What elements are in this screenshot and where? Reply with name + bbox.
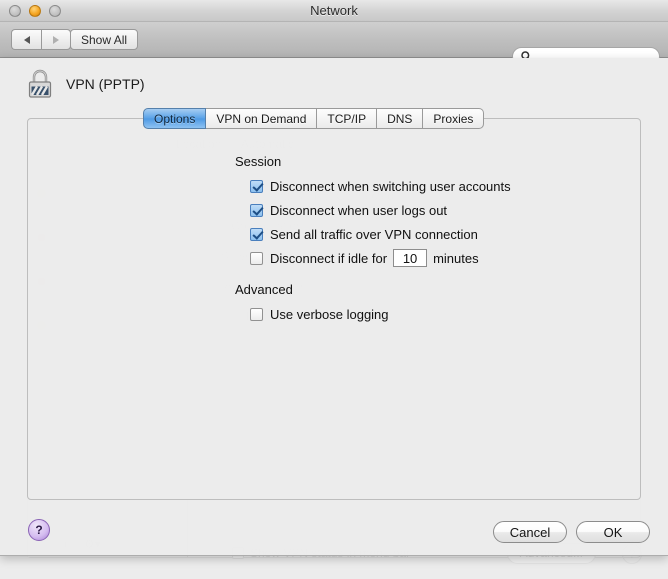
triangle-right-icon <box>53 35 59 44</box>
window-titlebar: Network <box>0 0 668 22</box>
checkbox-icon <box>250 227 263 241</box>
checkbox-disconnect-logout[interactable]: Disconnect when user logs out <box>250 198 615 222</box>
sheet-header: VPN (PPTP) <box>26 67 145 101</box>
checkbox-icon <box>250 179 263 193</box>
cancel-label: Cancel <box>509 524 551 540</box>
checkbox-label: Use verbose logging <box>270 306 389 322</box>
tab-label: DNS <box>387 111 413 126</box>
ok-button[interactable]: OK <box>576 521 650 543</box>
tab-proxies[interactable]: Proxies <box>423 108 485 129</box>
tab-vpn-on-demand[interactable]: VPN on Demand <box>206 108 318 129</box>
idle-minutes-input[interactable] <box>393 249 428 267</box>
tab-options[interactable]: Options <box>143 108 207 129</box>
show-all-label: Show All <box>81 32 128 47</box>
help-label: ? <box>35 523 43 537</box>
checkbox-icon <box>250 203 263 217</box>
triangle-left-icon <box>23 35 30 44</box>
sheet-help-button[interactable]: ? <box>28 519 50 541</box>
tab-dns[interactable]: DNS <box>377 108 424 129</box>
checkbox-label: Send all traffic over VPN connection <box>270 226 478 242</box>
tab-tcp-ip[interactable]: TCP/IP <box>317 108 378 129</box>
checkbox-send-all-traffic[interactable]: Send all traffic over VPN connection <box>250 222 615 246</box>
show-all-button[interactable]: Show All <box>70 29 139 50</box>
checkbox-icon <box>250 251 263 265</box>
idle-suffix-label: minutes <box>433 250 479 266</box>
cancel-button[interactable]: Cancel <box>493 521 567 543</box>
checkbox-use-verbose-logging[interactable]: Use verbose logging <box>250 302 615 326</box>
vpn-lock-icon <box>26 67 54 101</box>
tab-label: Options <box>154 111 196 126</box>
forward-button[interactable] <box>41 29 71 50</box>
advanced-group-label: Advanced <box>235 282 293 297</box>
checkbox-disconnect-switching-users[interactable]: Disconnect when switching user accounts <box>250 174 615 198</box>
options-form: Session Disconnect when switching user a… <box>235 154 615 326</box>
checkbox-disconnect-if-idle-row[interactable]: Disconnect if idle for minutes <box>250 246 615 270</box>
checkbox-icon <box>250 307 263 321</box>
idle-prefix-label: Disconnect if idle for <box>270 250 388 266</box>
window-title: Network <box>310 3 358 18</box>
tab-label: Proxies <box>433 111 474 126</box>
tab-label: VPN on Demand <box>216 111 307 126</box>
sheet-title: VPN (PPTP) <box>66 76 145 92</box>
session-group-label: Session <box>235 154 282 169</box>
checkbox-label: Disconnect when switching user accounts <box>270 178 511 194</box>
vpn-options-sheet: VPN (PPTP) Options VPN on Demand TCP/IP … <box>0 58 668 556</box>
preferences-toolbar: Show All <box>0 22 668 66</box>
sheet-action-buttons: Cancel OK <box>493 521 650 543</box>
tab-label: TCP/IP <box>327 111 367 126</box>
navigation-buttons <box>11 29 71 50</box>
ok-label: OK <box>603 524 623 540</box>
checkbox-label: Disconnect when user logs out <box>270 202 448 218</box>
network-preferences-window: Network Show All Location <box>0 0 668 579</box>
sheet-tab-bar: Options VPN on Demand TCP/IP DNS Proxies <box>143 108 485 129</box>
back-button[interactable] <box>11 29 41 50</box>
